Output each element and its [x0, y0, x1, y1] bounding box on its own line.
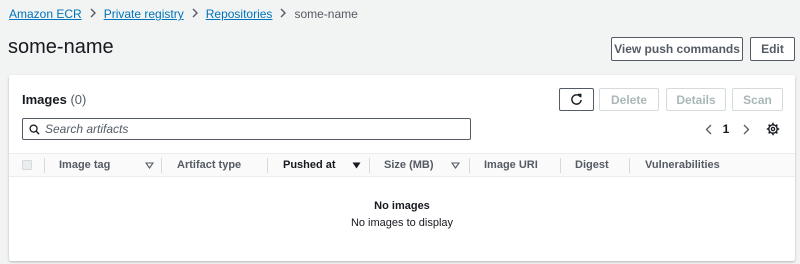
column-divider [161, 158, 162, 173]
select-all-checkbox[interactable] [22, 160, 32, 170]
column-divider [629, 158, 630, 173]
chevron-right-icon [743, 124, 749, 134]
empty-state-title: No images [374, 200, 430, 212]
gear-icon [766, 122, 780, 136]
page-title: some-name [8, 36, 114, 58]
column-image-tag[interactable]: Image tag [59, 154, 110, 176]
images-panel-title: Images (0) [22, 92, 86, 107]
column-divider [369, 158, 370, 173]
page-number[interactable]: 1 [720, 122, 732, 136]
next-page-button[interactable] [739, 122, 753, 136]
column-divider [560, 158, 561, 173]
sort-icon [451, 154, 460, 176]
breadcrumb-repositories[interactable]: Repositories [206, 7, 273, 21]
search-box [22, 118, 471, 140]
delete-button[interactable]: Delete [599, 88, 659, 111]
chevron-left-icon [705, 124, 711, 134]
column-digest[interactable]: Digest [575, 154, 609, 176]
sort-icon [145, 154, 154, 176]
details-button[interactable]: Details [666, 88, 726, 111]
column-divider [44, 158, 45, 173]
column-size[interactable]: Size (MB) [384, 154, 434, 176]
chevron-right-icon [272, 6, 294, 22]
empty-state-message: No images to display [350, 217, 454, 229]
view-push-commands-button[interactable]: View push commands [611, 37, 743, 61]
table-settings-button[interactable] [765, 121, 781, 137]
column-divider [267, 158, 268, 173]
chevron-right-icon [82, 6, 104, 22]
search-input[interactable] [45, 122, 465, 136]
refresh-button[interactable] [559, 88, 594, 111]
breadcrumb-private-registry[interactable]: Private registry [104, 7, 184, 21]
column-artifact-type[interactable]: Artifact type [177, 154, 241, 176]
column-image-uri[interactable]: Image URI [484, 154, 538, 176]
sort-descending-icon [352, 154, 361, 176]
search-icon [23, 123, 45, 135]
scan-button[interactable]: Scan [732, 88, 783, 111]
chevron-right-icon [184, 6, 206, 22]
table-header: Image tag Artifact type Pushed at Size (… [9, 153, 795, 177]
previous-page-button[interactable] [701, 122, 715, 136]
edit-button[interactable]: Edit [750, 37, 795, 61]
column-divider [469, 158, 470, 173]
breadcrumb-current: some-name [294, 7, 358, 21]
images-count: (0) [70, 92, 87, 107]
images-title: Images [22, 92, 67, 107]
column-pushed-at[interactable]: Pushed at [283, 154, 336, 176]
refresh-icon [570, 93, 583, 106]
column-vulnerabilities[interactable]: Vulnerabilities [645, 154, 720, 176]
breadcrumb-amazon-ecr[interactable]: Amazon ECR [9, 7, 82, 21]
images-panel: Images (0) Delete Details Scan 1 [9, 75, 795, 261]
breadcrumb: Amazon ECR Private registry Repositories… [9, 6, 358, 22]
